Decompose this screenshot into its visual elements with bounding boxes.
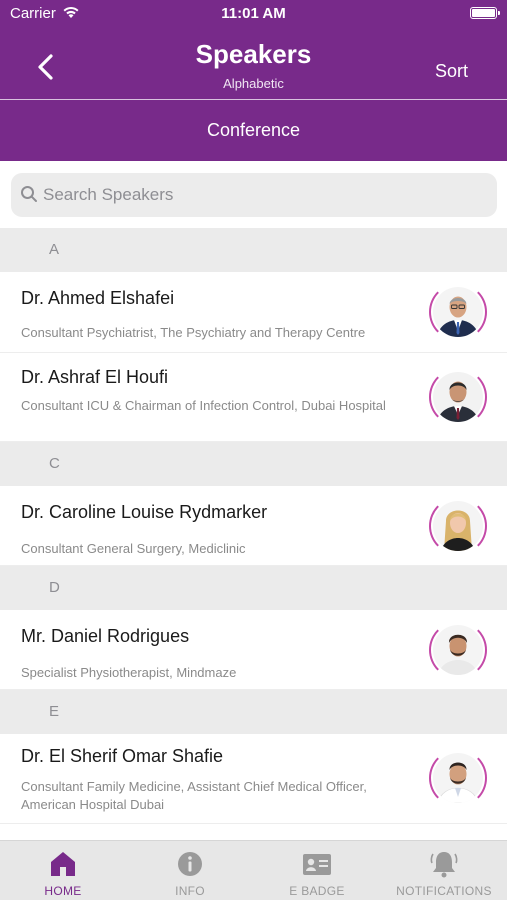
tab-label: E BADGE	[289, 884, 345, 898]
section-header-c: C	[0, 442, 507, 486]
speaker-name: Mr. Daniel Rodrigues	[21, 626, 190, 646]
speaker-row[interactable]: Dr. Ashraf El Houfi Consultant ICU & Cha…	[0, 353, 507, 442]
search-area	[0, 161, 507, 228]
speaker-avatar	[433, 753, 483, 803]
conference-tab[interactable]: Conference	[0, 100, 507, 161]
speaker-name: Dr. Ahmed Elshafei	[21, 288, 175, 308]
status-bar: Carrier 11:01 AM	[0, 0, 507, 28]
speaker-role: Consultant Psychiatrist, The Psychiatry …	[21, 325, 366, 340]
speaker-name: Dr. El Sherif Omar Shafie	[21, 746, 224, 766]
status-time: 11:01 AM	[221, 5, 286, 22]
bell-icon	[430, 852, 458, 878]
speaker-avatar	[433, 287, 483, 337]
speaker-name: Dr. Ashraf El Houfi	[21, 367, 169, 387]
nav-bar: Speakers Alphabetic Sort	[0, 28, 507, 99]
page-subtitle: Alphabetic	[223, 76, 284, 91]
speaker-row[interactable]: Dr. Caroline Louise Rydmarker Consultant…	[0, 486, 507, 566]
search-icon	[21, 186, 37, 202]
speaker-row[interactable]: Dr. El Sherif Omar Shafie Consultant Fam…	[0, 734, 507, 824]
tab-label: INFO	[175, 884, 205, 898]
home-icon	[51, 852, 75, 876]
speaker-role: Consultant ICU & Chairman of Infection C…	[21, 398, 386, 413]
speaker-avatar	[433, 372, 483, 422]
header: Carrier 11:01 AM Speakers Alphabetic Sor…	[0, 0, 507, 161]
speaker-row-partial[interactable]	[0, 824, 507, 840]
speaker-role: Specialist Physiotherapist, Mindmaze	[21, 665, 237, 680]
battery-icon	[470, 7, 500, 19]
speaker-avatar	[433, 501, 483, 551]
tab-label: NOTIFICATIONS	[396, 884, 492, 898]
speaker-row[interactable]: Dr. Ahmed Elshafei Consultant Psychiatri…	[0, 272, 507, 353]
speaker-name: Dr. Caroline Louise Rydmarker	[21, 502, 268, 522]
speaker-role: Consultant General Surgery, Mediclinic	[21, 541, 246, 556]
info-icon	[178, 852, 202, 876]
speaker-row[interactable]: Mr. Daniel Rodrigues Specialist Physioth…	[0, 610, 507, 690]
speaker-list[interactable]: A Dr. Ahmed Elshafei Consultant Psychiat…	[0, 228, 507, 840]
sort-button[interactable]: Sort	[435, 61, 468, 82]
section-header-e: E	[0, 690, 507, 734]
tab-e-badge[interactable]: E BADGE	[254, 841, 380, 900]
section-header-a: A	[0, 228, 507, 272]
tab-info[interactable]: INFO	[127, 841, 253, 900]
section-header-d: D	[0, 566, 507, 610]
search-field[interactable]	[11, 173, 497, 217]
tab-label: HOME	[44, 884, 82, 898]
tab-notifications[interactable]: NOTIFICATIONS	[381, 841, 507, 900]
page-title: Speakers	[195, 39, 312, 69]
speaker-role: Consultant Family Medicine, Assistant Ch…	[21, 779, 367, 812]
speaker-avatar	[433, 625, 483, 675]
search-input[interactable]	[43, 173, 483, 217]
tab-home[interactable]: HOME	[0, 841, 126, 900]
tab-bar: HOME INFO E BADGE NOTIFICATIONS	[0, 840, 507, 900]
badge-icon	[303, 854, 331, 875]
